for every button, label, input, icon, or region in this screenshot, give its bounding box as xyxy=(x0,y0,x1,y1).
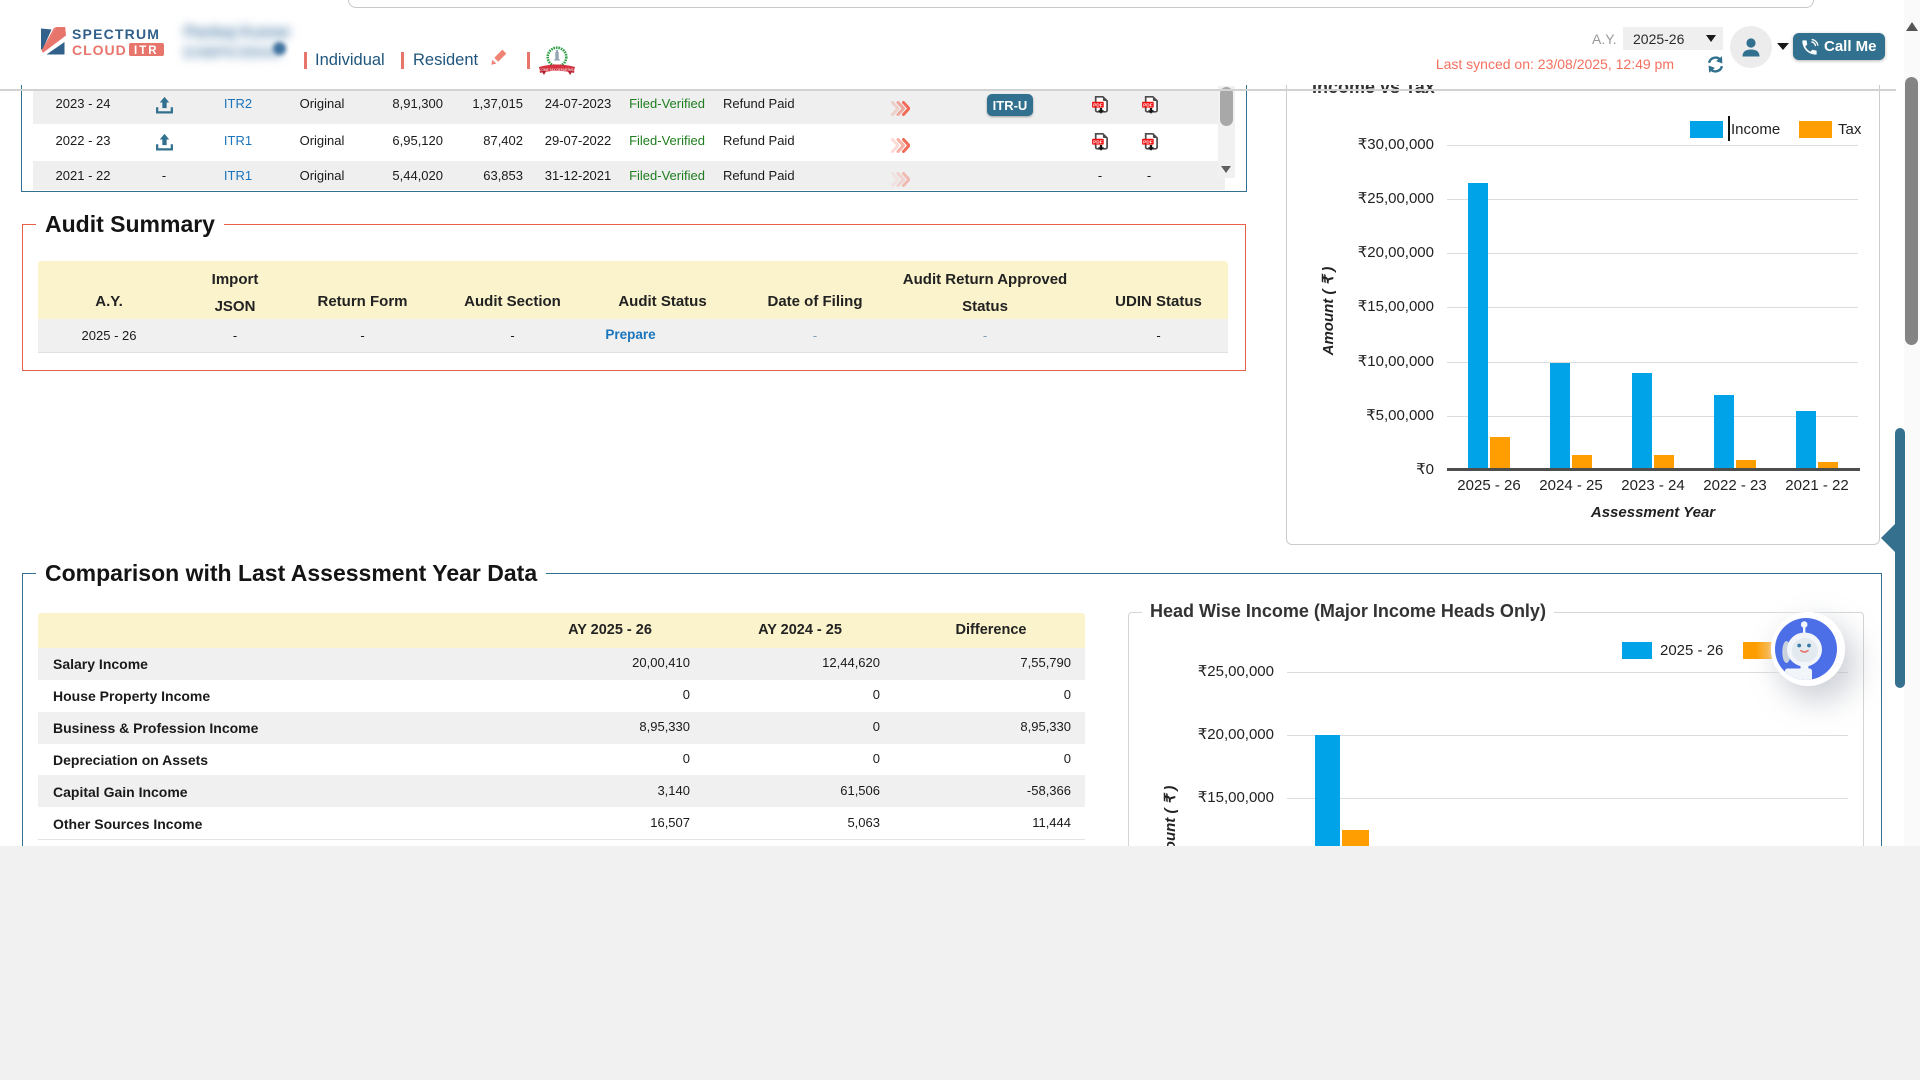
svg-text:SPECTRUM: SPECTRUM xyxy=(72,26,160,42)
svg-text:ITR: ITR xyxy=(134,45,159,56)
svg-text:CLOUD: CLOUD xyxy=(72,42,127,56)
svg-text:INCOME TAX DEPARTMENT: INCOME TAX DEPARTMENT xyxy=(537,68,577,72)
